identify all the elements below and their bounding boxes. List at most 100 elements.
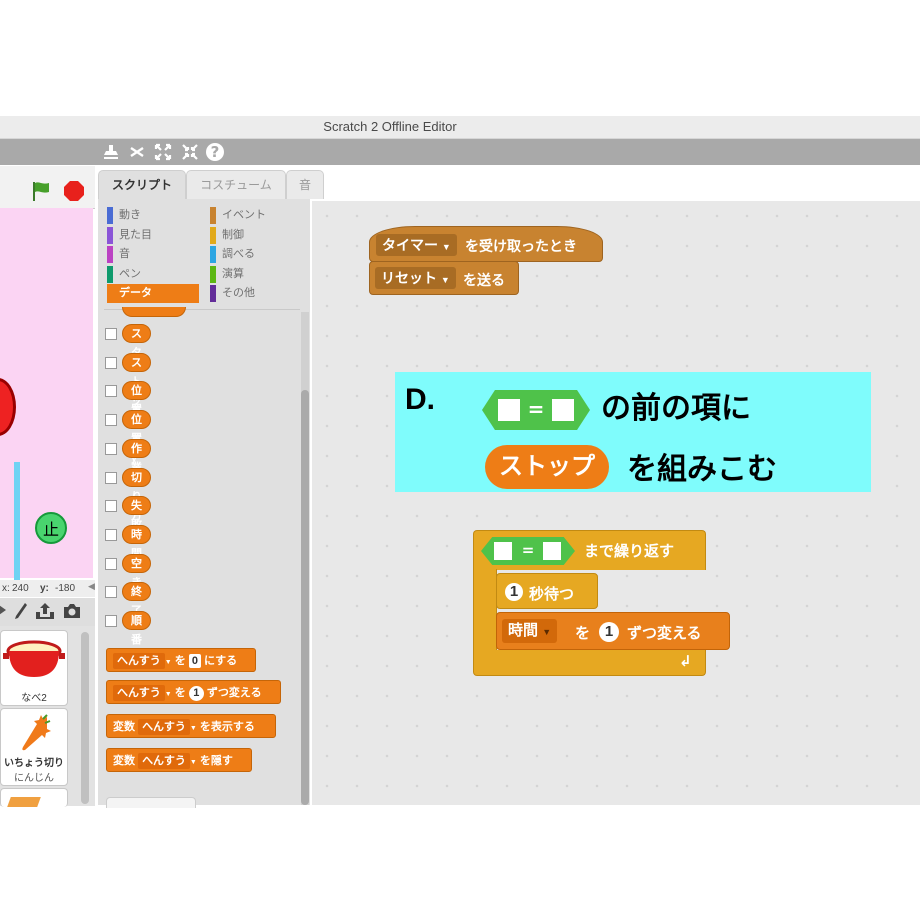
variable-dropdown[interactable]: へんすう <box>138 753 190 769</box>
show-variable-checkbox[interactable] <box>105 471 117 484</box>
block-text: を表示する <box>199 721 255 733</box>
show-variable-checkbox[interactable] <box>105 328 117 340</box>
variable-reporter[interactable]: 終了 <box>122 582 151 617</box>
category-left-1[interactable]: 見た目 <box>107 226 199 245</box>
variable-reporter[interactable]: 時間 <box>122 524 151 560</box>
set-variable-block[interactable]: へんすう ▼ を 0 にする <box>106 648 256 672</box>
instruction-line-1: の前の項に <box>601 392 751 425</box>
cut-icon[interactable] <box>127 142 147 162</box>
new-sprite-toolbar <box>0 598 95 626</box>
grow-icon[interactable] <box>153 142 173 162</box>
palette-scrollbar[interactable] <box>301 390 309 805</box>
when-receive-hat-block[interactable]: タイマー ▼ を受け取ったとき <box>369 226 603 262</box>
show-variable-checkbox[interactable] <box>105 586 117 599</box>
seconds-input[interactable]: 1 <box>505 583 523 601</box>
message-dropdown[interactable]: リセット ▼ <box>375 267 456 289</box>
category-label: データ <box>119 287 152 299</box>
show-variable-checkbox[interactable] <box>105 356 117 369</box>
show-variable-checkbox[interactable] <box>105 385 117 398</box>
change-variable-block[interactable]: へんすう ▼ を 1 ずつ変える <box>106 680 281 704</box>
show-variable-checkbox[interactable] <box>105 615 117 627</box>
collapse-stage-icon[interactable]: ◀ <box>88 581 95 592</box>
variable-reporter[interactable]: 位置y <box>122 410 151 464</box>
stop-button-sprite[interactable]: 止 <box>35 512 67 544</box>
tab-scripts[interactable]: スクリプト <box>98 170 186 199</box>
category-right-4[interactable]: その他 <box>210 284 302 303</box>
broadcast-block[interactable]: リセット ▼ を送る <box>369 261 519 295</box>
show-variable-checkbox[interactable] <box>105 557 117 570</box>
variable-reporter[interactable]: ストップ <box>122 352 151 426</box>
show-variable-block[interactable]: 変数 へんすう ▼ を表示する <box>106 714 276 738</box>
sprite-name: いちょう切り <box>4 758 64 769</box>
operand-input[interactable] <box>494 542 512 560</box>
equals-operator-illustration: = <box>482 390 590 430</box>
variable-dropdown[interactable]: へんすう <box>113 653 165 669</box>
category-color-swatch <box>210 285 216 302</box>
show-variable-checkbox[interactable] <box>105 414 117 427</box>
category-right-0[interactable]: イベント <box>210 206 302 225</box>
category-color-swatch <box>107 226 113 244</box>
green-flag-icon[interactable] <box>30 180 52 202</box>
variable-reporter[interactable]: 空き <box>122 553 151 589</box>
list-block-partial[interactable] <box>106 797 196 808</box>
equals-condition-slot[interactable]: = <box>481 537 575 565</box>
category-left-0[interactable]: 動き <box>107 206 199 225</box>
upload-sprite-icon[interactable] <box>35 602 55 624</box>
block-text: を <box>174 687 186 699</box>
variable-dropdown[interactable]: 時間 ▼ <box>502 619 558 643</box>
loop-arrow-icon: ↲ <box>679 652 692 670</box>
carrot-thumbnail-icon <box>22 714 51 751</box>
category-label: イベント <box>222 209 266 221</box>
cutting-board-sprite <box>0 462 20 582</box>
sprite-card[interactable]: なべ2 <box>0 630 68 706</box>
variable-reporter[interactable]: 切り方 <box>122 467 151 522</box>
value-input[interactable]: 0 <box>188 654 201 668</box>
paint-sprite-icon[interactable] <box>0 603 6 617</box>
pencil-icon[interactable] <box>14 602 28 624</box>
show-variable-checkbox[interactable] <box>105 528 117 541</box>
operand-input[interactable] <box>543 542 561 560</box>
variable-reporter[interactable]: 順番 <box>122 611 151 646</box>
category-left-3[interactable]: ペン <box>107 265 199 284</box>
variable-dropdown[interactable]: へんすう <box>138 719 190 735</box>
tab-sounds[interactable]: 音 <box>286 170 324 199</box>
category-left-4[interactable]: データ <box>107 284 199 303</box>
block-text: 変数 <box>113 721 135 733</box>
block-text: を <box>575 625 591 642</box>
category-right-3[interactable]: 演算 <box>210 265 302 284</box>
message-dropdown[interactable]: タイマー ▼ <box>376 234 457 256</box>
variable-reporter[interactable]: 失敗 <box>122 496 151 531</box>
category-right-2[interactable]: 調べる <box>210 245 302 264</box>
sprite-card[interactable]: いちょう切り にんじん <box>0 708 68 786</box>
value-input[interactable]: 1 <box>599 622 619 642</box>
category-color-swatch <box>107 246 113 263</box>
tab-costumes[interactable]: コスチューム <box>186 170 286 199</box>
equals-sign: = <box>521 541 535 559</box>
variable-reporter[interactable] <box>122 307 186 317</box>
mouse-coordinates: x: 240 y: -180 ◀ <box>0 580 95 597</box>
sprite-name: なべ2 <box>21 693 47 704</box>
category-left-2[interactable]: 音 <box>107 245 199 264</box>
sprite-list-scrollbar[interactable] <box>81 632 89 804</box>
window-title: Scratch 2 Offline Editor <box>323 119 457 134</box>
stamp-icon[interactable] <box>101 142 121 162</box>
category-right-1[interactable]: 制御 <box>210 226 302 245</box>
category-color-swatch <box>107 265 113 283</box>
change-variable-block[interactable]: 時間 ▼ を 1 ずつ変える <box>496 612 730 650</box>
category-color-swatch <box>107 207 113 224</box>
hide-variable-block[interactable]: 変数 へんすう ▼ を隠す <box>106 748 252 772</box>
show-variable-checkbox[interactable] <box>105 500 117 513</box>
variable-reporter[interactable]: スタート <box>122 324 151 397</box>
camera-icon[interactable] <box>62 603 82 623</box>
value-input[interactable]: 1 <box>188 686 204 701</box>
variable-reporter[interactable]: 作業 <box>122 438 151 474</box>
show-variable-checkbox[interactable] <box>105 442 117 455</box>
block-text: を送る <box>463 272 505 288</box>
wait-block[interactable]: 1 秒待つ <box>496 573 598 609</box>
variable-dropdown[interactable]: へんすう <box>113 685 165 701</box>
sprite-card[interactable] <box>0 788 68 807</box>
shrink-icon[interactable] <box>180 142 200 162</box>
stop-sign-icon[interactable] <box>64 181 84 201</box>
variable-reporter[interactable]: 位置 <box>122 381 151 416</box>
help-icon[interactable]: ? <box>206 143 224 161</box>
